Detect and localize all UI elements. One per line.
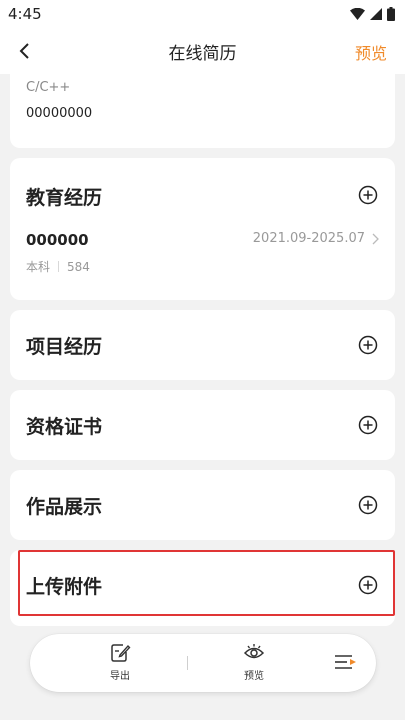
back-button[interactable]: [8, 34, 42, 68]
export-edit-icon: [111, 644, 131, 662]
education-card: 教育经历 000000 2021.09-2025.07 本科 584: [10, 158, 395, 300]
app-header: 在线简历 预览: [0, 28, 405, 74]
export-label: 导出: [110, 671, 130, 682]
add-upload-button[interactable]: [355, 572, 381, 598]
education-date: 2021.09-2025.07: [252, 231, 365, 246]
upload-card: 上传附件: [10, 550, 395, 626]
menu-play-icon[interactable]: [332, 650, 358, 676]
wifi-icon: [350, 8, 365, 20]
plus-circle-icon: [358, 185, 378, 205]
chevron-left-icon: [19, 43, 29, 59]
certificate-title: 资格证书: [26, 416, 103, 438]
certificate-card: 资格证书: [10, 390, 395, 460]
add-project-button[interactable]: [355, 332, 381, 358]
project-title: 项目经历: [26, 336, 103, 358]
status-bar: 4:45: [0, 0, 405, 28]
education-degree: 本科: [26, 260, 51, 274]
bottom-action-bar: 导出 预览: [30, 634, 376, 692]
add-education-button[interactable]: [355, 182, 381, 208]
export-button[interactable]: 导出: [90, 642, 150, 682]
add-certificate-button[interactable]: [355, 412, 381, 438]
signal-icon: [370, 8, 382, 20]
project-card: 项目经历: [10, 310, 395, 380]
resume-content[interactable]: C/C++ 00000000 教育经历 000000 2021.09-2025.…: [0, 74, 405, 626]
education-major: 584: [67, 259, 90, 274]
plus-circle-icon: [358, 495, 378, 515]
works-card: 作品展示: [10, 470, 395, 540]
battery-icon: [387, 7, 395, 21]
meta-divider: [58, 261, 60, 272]
skill-value: 00000000: [26, 106, 93, 121]
skill-name: C/C++: [26, 80, 71, 95]
bottom-preview-button[interactable]: 预览: [224, 642, 284, 682]
add-works-button[interactable]: [355, 492, 381, 518]
education-school[interactable]: 000000: [26, 231, 89, 249]
eye-icon: [243, 644, 265, 659]
preview-label: 预览: [244, 671, 264, 682]
upload-title: 上传附件: [26, 576, 103, 598]
status-time: 4:45: [8, 5, 42, 23]
skills-card: C/C++ 00000000: [10, 74, 395, 148]
page-title: 在线简历: [168, 43, 237, 64]
preview-link[interactable]: 预览: [355, 40, 387, 64]
plus-circle-icon: [358, 335, 378, 355]
chevron-right-icon[interactable]: [372, 233, 379, 245]
works-title: 作品展示: [26, 496, 103, 518]
status-icons: [350, 7, 395, 21]
plus-circle-icon: [358, 415, 378, 435]
bottom-bar-divider: [187, 656, 188, 670]
plus-circle-icon: [358, 575, 378, 595]
education-meta: 本科 584: [26, 258, 90, 275]
education-title: 教育经历: [26, 187, 103, 209]
